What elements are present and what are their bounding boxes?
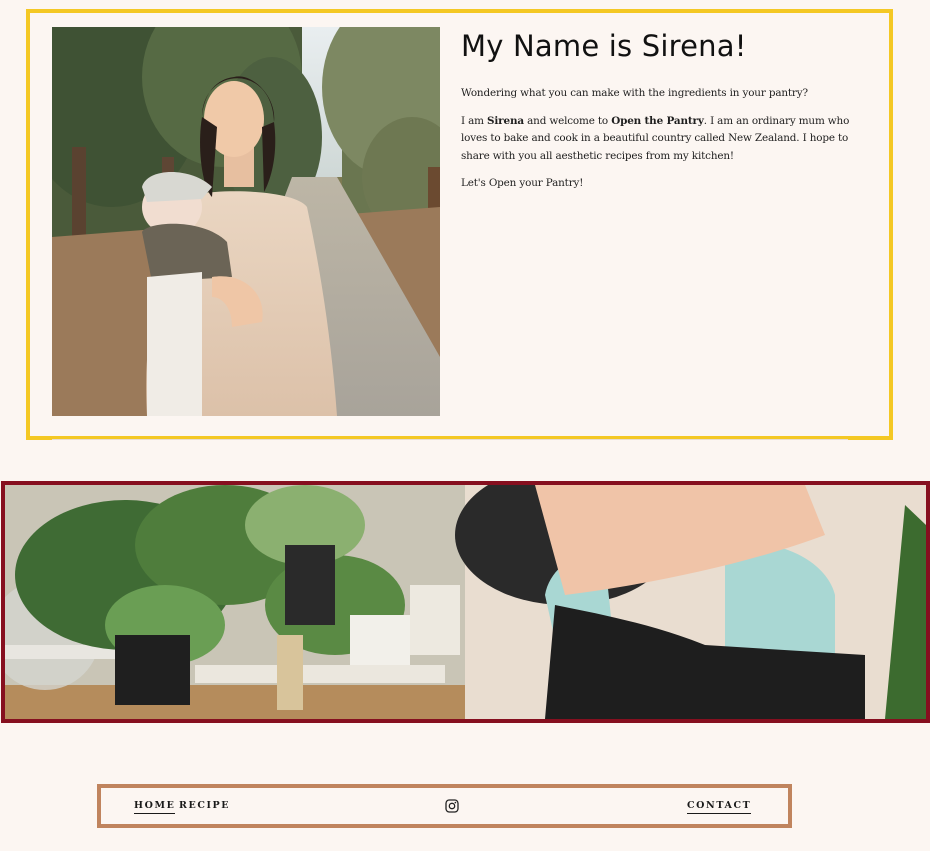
nav-home-link[interactable]: HOME <box>134 800 176 814</box>
bio-middle: and welcome to <box>523 114 612 127</box>
bio-prefix: I am <box>461 114 488 127</box>
nav-contact-link[interactable]: CONTACT <box>687 800 752 814</box>
instagram-icon[interactable] <box>445 798 459 813</box>
bio-brand: Open the Pantry <box>611 114 704 127</box>
section-divider <box>52 439 848 440</box>
intro-paragraph: Wondering what you can make with the ing… <box>461 87 808 99</box>
about-text-block: My Name is Sirena! Wondering what you ca… <box>461 27 861 203</box>
page-title: My Name is Sirena! <box>461 29 747 63</box>
footer-nav: HOME RECIPE CONTACT <box>97 784 792 828</box>
portrait-photo <box>52 27 440 416</box>
closing-paragraph: Let's Open your Pantry! <box>461 177 584 190</box>
bio-paragraph: I am Sirena and welcome to Open the Pant… <box>461 113 861 166</box>
bio-name: Sirena <box>487 114 524 127</box>
banner-image <box>1 481 930 723</box>
nav-recipe-link[interactable]: RECIPE <box>179 800 230 813</box>
